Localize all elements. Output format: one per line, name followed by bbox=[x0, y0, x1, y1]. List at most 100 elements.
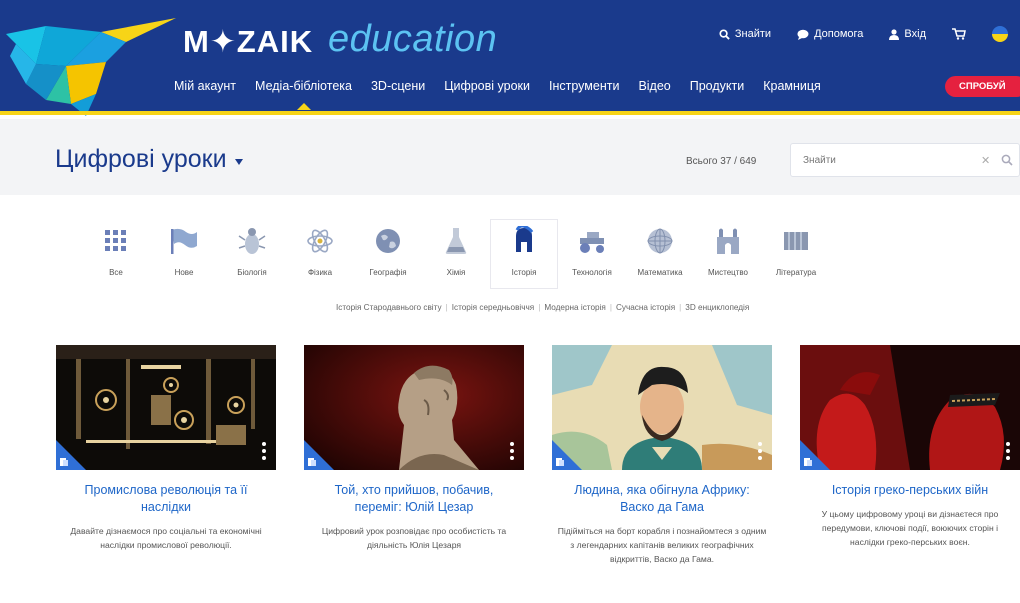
header-top-links: Знайти Допомога Вхід bbox=[719, 26, 1008, 42]
category-all[interactable]: Все bbox=[82, 219, 150, 289]
subcategory-3d-encyclopedia[interactable]: 3D енциклопедія bbox=[681, 303, 753, 312]
flask-icon bbox=[438, 223, 474, 259]
page-title-bar: Цифрові уроки Всього 37 / 649 ✕ bbox=[0, 119, 1020, 195]
category-geography[interactable]: Географія bbox=[354, 219, 422, 289]
tractor-icon bbox=[574, 223, 610, 259]
category-technology[interactable]: Технологія bbox=[558, 219, 626, 289]
lesson-thumbnail[interactable] bbox=[304, 345, 524, 470]
lesson-type-icon bbox=[308, 458, 316, 466]
nav-digital-lessons[interactable]: Цифрові уроки bbox=[444, 79, 530, 93]
lesson-type-icon bbox=[556, 458, 564, 466]
lesson-card: Людина, яка обігнула Африку: Васко да Га… bbox=[552, 345, 772, 566]
more-options-icon[interactable] bbox=[262, 442, 266, 460]
category-physics[interactable]: Фізика bbox=[286, 219, 354, 289]
main-nav: Мій акаунт Медіа-бібліотека 3D-сцени Циф… bbox=[174, 79, 840, 110]
beetle-icon bbox=[234, 223, 270, 259]
atom-icon bbox=[302, 223, 338, 259]
category-filter: Все Нове Біологія Фізика Географія Хімія bbox=[82, 219, 830, 289]
clear-search-icon[interactable]: ✕ bbox=[981, 154, 990, 167]
results-count: Всього 37 / 649 bbox=[686, 156, 757, 167]
category-label: Література bbox=[775, 268, 817, 277]
lesson-title[interactable]: Історія греко-перських війн bbox=[800, 482, 1020, 499]
globe-icon bbox=[370, 223, 406, 259]
lesson-title[interactable]: Той, хто прийшов, побачив, переміг: Юлій… bbox=[304, 482, 524, 516]
category-label: Історія bbox=[511, 268, 537, 277]
page-title-dropdown[interactable]: Цифрові уроки bbox=[55, 145, 243, 174]
category-chemistry[interactable]: Хімія bbox=[422, 219, 490, 289]
header-help-link[interactable]: Допомога bbox=[797, 28, 863, 40]
category-label: Все bbox=[109, 268, 123, 277]
category-label: Фізика bbox=[307, 268, 333, 277]
category-label: Мистецтво bbox=[707, 268, 748, 277]
page-title: Цифрові уроки bbox=[55, 145, 227, 173]
hummingbird-logo-icon[interactable] bbox=[6, 4, 181, 116]
nav-tools[interactable]: Інструменти bbox=[549, 79, 619, 93]
category-label: Математика bbox=[637, 268, 683, 277]
palace-icon bbox=[710, 223, 746, 259]
category-new[interactable]: Нове bbox=[150, 219, 218, 289]
search-input[interactable] bbox=[791, 144, 951, 176]
mozaik-logo[interactable]: M✦ZAIK bbox=[183, 24, 313, 60]
category-label: Хімія bbox=[446, 268, 466, 277]
nav-video[interactable]: Відео bbox=[638, 79, 670, 93]
cart-button[interactable] bbox=[952, 28, 966, 40]
lesson-type-icon bbox=[804, 458, 812, 466]
category-label: Нове bbox=[174, 268, 194, 277]
category-label: Географія bbox=[369, 268, 407, 277]
header-help-label: Допомога bbox=[814, 28, 864, 40]
header-search-link[interactable]: Знайти bbox=[719, 28, 771, 40]
search-box: ✕ bbox=[790, 143, 1020, 177]
more-options-icon[interactable] bbox=[1006, 442, 1010, 460]
chevron-down-icon bbox=[234, 158, 243, 165]
more-options-icon[interactable] bbox=[510, 442, 514, 460]
nav-shop[interactable]: Крамниця bbox=[763, 79, 821, 93]
category-biology[interactable]: Біологія bbox=[218, 219, 286, 289]
book-icon bbox=[778, 223, 814, 259]
lesson-thumbnail[interactable] bbox=[56, 345, 276, 470]
lesson-description: Давайте дізнаємося про соціальні та екон… bbox=[70, 526, 262, 550]
language-flag-icon[interactable] bbox=[992, 26, 1008, 42]
lesson-description: У цьому цифровому уроці ви дізнаєтеся пр… bbox=[821, 509, 999, 547]
nav-products[interactable]: Продукти bbox=[690, 79, 744, 93]
site-header: M✦ZAIK education Знайти Допомога Вхід Мі… bbox=[0, 0, 1020, 116]
nav-media-library[interactable]: Медіа-бібліотека bbox=[255, 79, 352, 110]
category-label: Біологія bbox=[237, 268, 267, 277]
lesson-thumbnail[interactable] bbox=[552, 345, 772, 470]
lesson-description: Цифровий урок розповідає про особистість… bbox=[321, 526, 507, 550]
subcategory-ancient[interactable]: Історія Стародавнього світу bbox=[332, 303, 446, 312]
helmet-icon bbox=[506, 223, 542, 259]
lesson-type-icon bbox=[60, 458, 68, 466]
subcategory-contemporary[interactable]: Сучасна історія bbox=[612, 303, 679, 312]
category-art[interactable]: Мистецтво bbox=[694, 219, 762, 289]
nav-3d-scenes[interactable]: 3D-сцени bbox=[371, 79, 425, 93]
lesson-thumbnail[interactable] bbox=[800, 345, 1020, 470]
lesson-title[interactable]: Людина, яка обігнула Африку: Васко да Га… bbox=[552, 482, 772, 516]
category-history[interactable]: Історія bbox=[490, 219, 558, 289]
sphere-icon bbox=[642, 223, 678, 259]
category-mathematics[interactable]: Математика bbox=[626, 219, 694, 289]
user-icon bbox=[889, 28, 900, 40]
search-submit-icon[interactable] bbox=[1001, 154, 1013, 166]
lesson-title[interactable]: Промислова революція та її наслідки bbox=[56, 482, 276, 516]
search-icon bbox=[719, 28, 730, 40]
flag-icon bbox=[166, 223, 202, 259]
lesson-card: Той, хто прийшов, побачив, переміг: Юлій… bbox=[304, 345, 524, 552]
logo-brand-text: M✦ZAIK bbox=[183, 24, 314, 59]
category-literature[interactable]: Література bbox=[762, 219, 830, 289]
try-button[interactable]: СПРОБУЙ bbox=[945, 76, 1020, 97]
chat-bubble-icon bbox=[797, 29, 809, 40]
more-options-icon[interactable] bbox=[758, 442, 762, 460]
subcategory-modern[interactable]: Модерна історія bbox=[540, 303, 609, 312]
subcategory-medieval[interactable]: Історія середньовіччя bbox=[448, 303, 539, 312]
lesson-card: Промислова революція та її наслідки Дава… bbox=[56, 345, 276, 552]
nav-my-account[interactable]: Мій акаунт bbox=[174, 79, 236, 93]
lesson-description: Підійміться на борт корабля і познайомте… bbox=[557, 526, 767, 564]
cart-icon bbox=[952, 28, 966, 40]
header-login-label: Вхід bbox=[904, 28, 926, 40]
logo-education-text[interactable]: education bbox=[328, 18, 497, 61]
grid-icon bbox=[98, 223, 134, 259]
subcategory-filter: Історія Стародавнього світу | Історія сер… bbox=[332, 303, 753, 312]
category-label: Технологія bbox=[572, 268, 612, 277]
header-login-link[interactable]: Вхід bbox=[889, 28, 926, 40]
lesson-card: Історія греко-перських війн У цьому цифр… bbox=[800, 345, 1020, 549]
